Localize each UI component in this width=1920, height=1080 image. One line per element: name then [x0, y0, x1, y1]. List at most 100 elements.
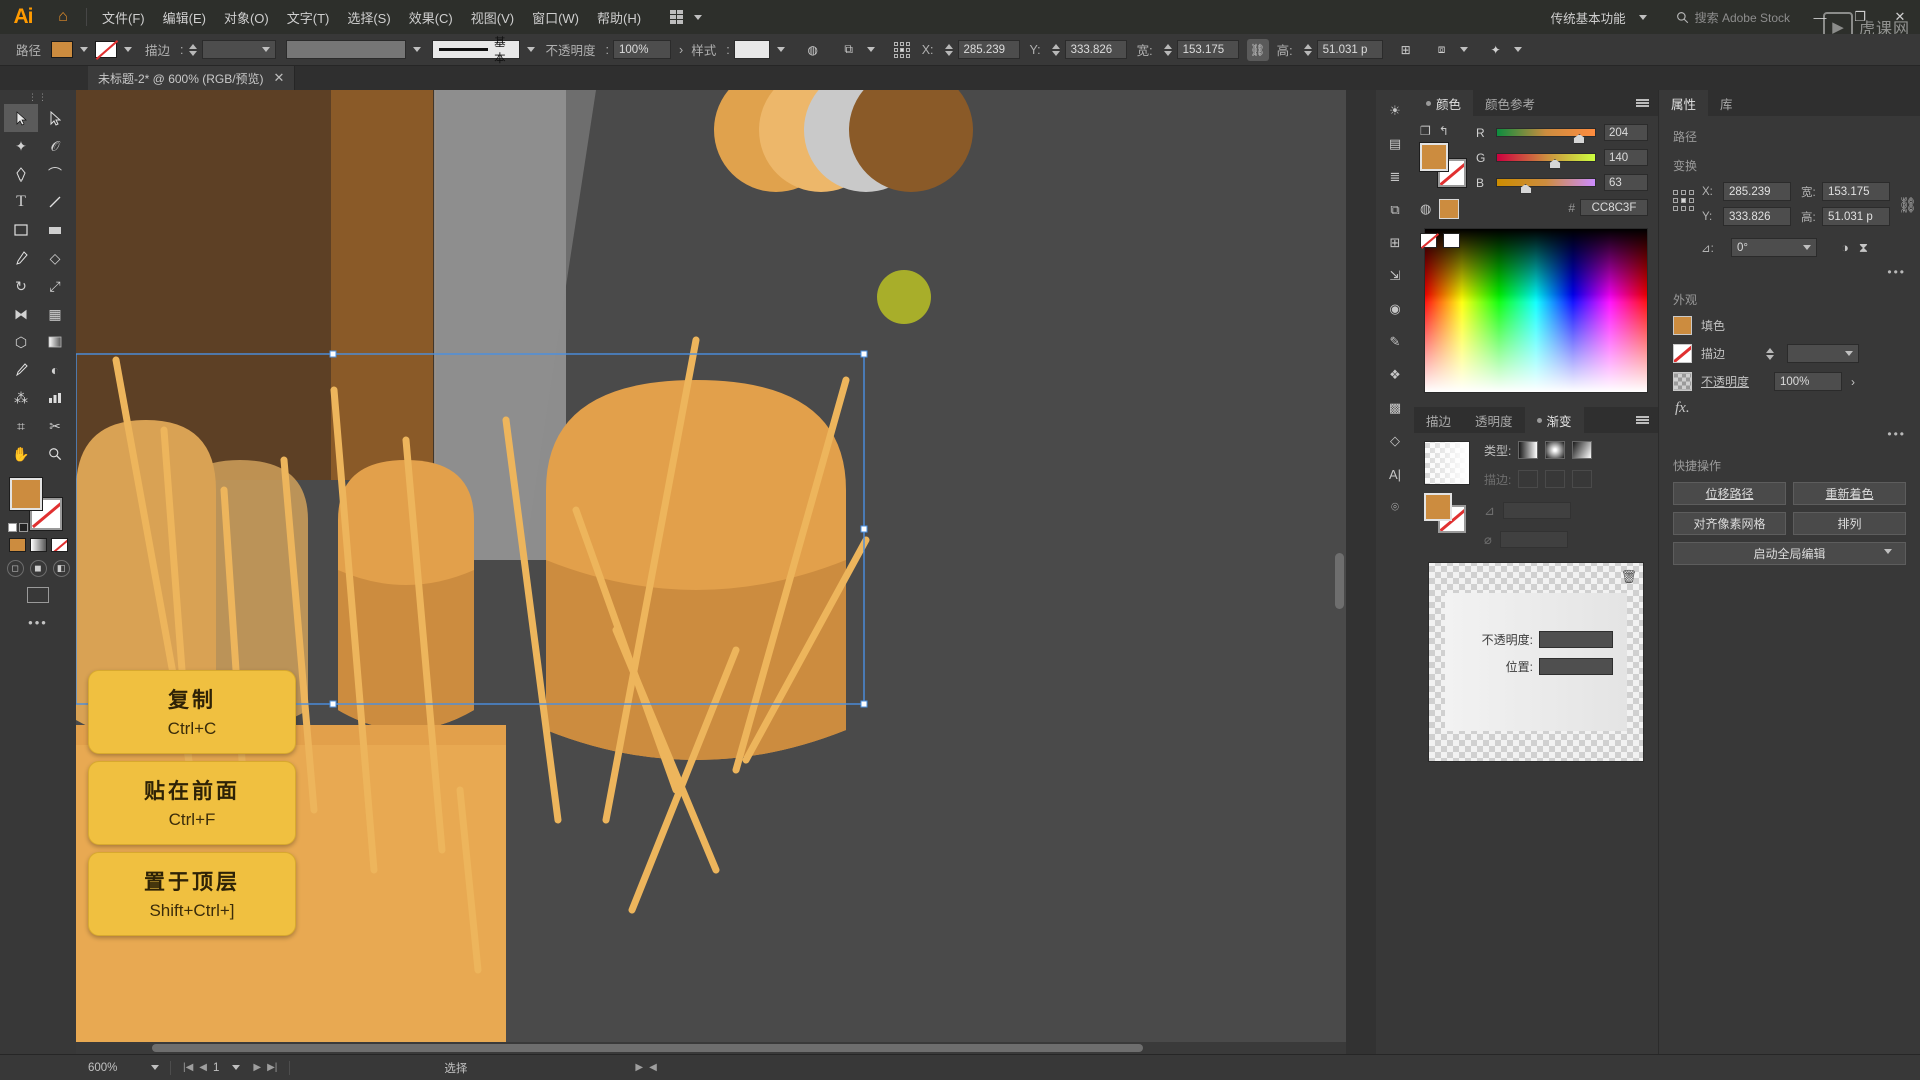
gradient-slider-editor[interactable]: 不透明度: 位置: 🗑 — [1428, 562, 1644, 762]
tool-symbol-sprayer[interactable]: ⁂ — [4, 384, 38, 412]
prev-artboard-icon[interactable]: ◀ — [199, 1062, 207, 1073]
g-slider-knob[interactable] — [1548, 159, 1561, 169]
graphic-style-dropdown[interactable] — [733, 40, 770, 59]
x-input[interactable]: 285.239 — [1723, 182, 1791, 201]
gradient-aspect-input[interactable] — [1499, 531, 1568, 548]
opacity-expand-icon[interactable]: › — [1851, 375, 1855, 389]
tool-eyedropper[interactable] — [4, 356, 38, 384]
tool-magic-wand[interactable]: ✦ — [4, 132, 38, 160]
gradient-freeform-button[interactable] — [1572, 441, 1593, 459]
home-icon[interactable]: ⌂ — [46, 0, 80, 34]
b-slider-track[interactable] — [1496, 178, 1596, 194]
tool-lasso[interactable]: 𝒪 — [38, 132, 72, 160]
fill-swatch[interactable] — [51, 41, 74, 58]
gradient-swatch-button[interactable] — [29, 538, 47, 552]
b-value[interactable]: 63 — [1604, 174, 1648, 191]
chevron-down-icon[interactable] — [1459, 47, 1468, 52]
appearance-opacity-icon[interactable] — [1673, 372, 1692, 391]
transform-more-options[interactable]: ••• — [1669, 265, 1910, 279]
menu-effect[interactable]: 效果(C) — [400, 4, 462, 31]
draw-normal-icon[interactable]: ◻ — [6, 560, 24, 577]
draw-inside-icon[interactable]: ◧ — [52, 560, 70, 577]
transform-panel-icon[interactable]: ⧉ — [838, 39, 860, 61]
swap-fill-stroke-icon[interactable] — [19, 523, 28, 532]
flip-horizontal-icon[interactable]: ◑ — [1841, 240, 1849, 255]
tool-shaper[interactable]: ◇ — [38, 244, 72, 272]
tab-stroke[interactable]: 描边 — [1414, 407, 1463, 433]
opacity-expand-icon[interactable]: › — [679, 43, 683, 57]
panel-menu-icon[interactable] — [1627, 90, 1658, 116]
opacity-input[interactable]: 100% — [613, 40, 672, 59]
tab-libraries[interactable]: 库 — [1708, 90, 1745, 116]
width-stepper[interactable] — [1163, 43, 1174, 56]
align-panel-icon[interactable]: ⊞ — [1395, 39, 1417, 61]
pathfinder-icon[interactable]: ⧉ — [1382, 199, 1408, 221]
stroke-swatch[interactable] — [95, 41, 118, 58]
swatches-icon[interactable]: ▩ — [1382, 397, 1408, 419]
gradient-stroke-along-button[interactable] — [1545, 470, 1566, 488]
appearance-stroke-swatch[interactable] — [1673, 344, 1692, 363]
stroke-weight-combo[interactable] — [201, 40, 276, 59]
tool-artboard[interactable]: ⌗ — [4, 412, 38, 440]
height-stepper[interactable] — [1303, 43, 1314, 56]
reference-point-selector[interactable] — [1673, 190, 1694, 211]
tool-pen[interactable] — [4, 160, 38, 188]
gradient-stroke-across-button[interactable] — [1572, 470, 1593, 488]
tool-blend[interactable]: ◐ — [38, 356, 72, 384]
chevron-down-icon[interactable] — [412, 47, 421, 52]
paragraph-icon[interactable]: ⌾ — [1382, 496, 1408, 518]
tool-ellipse[interactable] — [38, 216, 72, 244]
arrange-documents-button[interactable] — [664, 7, 715, 27]
default-colors-shortcuts[interactable] — [8, 523, 28, 532]
width-input[interactable]: 153.175 — [1176, 40, 1239, 59]
tool-column-graph[interactable] — [38, 384, 72, 412]
color-spectrum-picker[interactable] — [1424, 228, 1648, 393]
menu-window[interactable]: 窗口(W) — [523, 4, 588, 31]
tool-line-segment[interactable] — [38, 188, 72, 216]
artboard-number-input[interactable]: 1 — [213, 1062, 219, 1074]
tool-curvature[interactable]: ⌒ — [38, 160, 72, 188]
tool-zoom[interactable] — [38, 440, 72, 468]
toolbar-drag-handle[interactable]: ⋮⋮ — [0, 90, 76, 104]
canvas-horizontal-scrollbar[interactable] — [76, 1042, 1346, 1054]
color-slider-g[interactable]: G 140 — [1476, 149, 1648, 169]
white-color-icon[interactable] — [1443, 233, 1460, 248]
tool-shape-builder[interactable]: ⬡ — [4, 328, 38, 356]
menu-object[interactable]: 对象(O) — [215, 4, 278, 31]
color-fill-swatch[interactable] — [1420, 143, 1448, 171]
tool-selection[interactable] — [4, 104, 38, 132]
gradient-opacity-input[interactable] — [1539, 631, 1613, 648]
g-value[interactable]: 140 — [1604, 149, 1648, 166]
color-slider-r[interactable]: R 204 — [1476, 124, 1648, 144]
canvas-vertical-scrollbar[interactable] — [1335, 552, 1344, 609]
gradient-radial-button[interactable] — [1545, 441, 1566, 459]
menu-help[interactable]: 帮助(H) — [588, 4, 650, 31]
zoom-level-input[interactable]: 600% — [88, 1062, 144, 1074]
stroke-weight-stepper[interactable] — [188, 43, 199, 56]
menu-select[interactable]: 选择(S) — [338, 4, 399, 31]
y-input[interactable]: 333.826 — [1064, 40, 1127, 59]
r-slider-track[interactable] — [1496, 128, 1596, 144]
color-spaces-icon[interactable]: ❐ — [1420, 124, 1431, 138]
appearance-more-options[interactable]: ••• — [1669, 427, 1910, 441]
tool-type[interactable]: T — [4, 188, 38, 216]
layers-panel-icon[interactable]: ≣ — [1382, 166, 1408, 188]
link-icon[interactable]: ⛓ — [1246, 38, 1269, 61]
tab-transparency[interactable]: 透明度 — [1463, 407, 1525, 433]
chevron-down-icon[interactable] — [151, 1065, 159, 1070]
workspace-switcher[interactable]: 传统基本功能 — [1543, 5, 1662, 30]
delete-stop-icon[interactable]: 🗑 — [1620, 569, 1637, 585]
tool-direct-selection[interactable] — [38, 104, 72, 132]
gradient-stroke-within-button[interactable] — [1518, 470, 1539, 488]
fx-button[interactable]: fx. — [1669, 400, 1910, 417]
tool-width[interactable]: ⧓ — [4, 300, 38, 328]
menu-view[interactable]: 视图(V) — [462, 4, 523, 31]
graphic-styles-icon[interactable]: ◇ — [1382, 430, 1408, 452]
chevron-down-icon[interactable] — [776, 47, 785, 52]
width-input[interactable]: 153.175 — [1822, 182, 1890, 201]
first-artboard-icon[interactable]: |◀ — [183, 1062, 193, 1073]
y-input[interactable]: 333.826 — [1723, 207, 1791, 226]
transform-icon[interactable]: ⇲ — [1382, 265, 1408, 287]
align-icon[interactable]: ⊞ — [1382, 232, 1408, 254]
tab-color-guide[interactable]: 颜色参考 — [1473, 90, 1547, 116]
